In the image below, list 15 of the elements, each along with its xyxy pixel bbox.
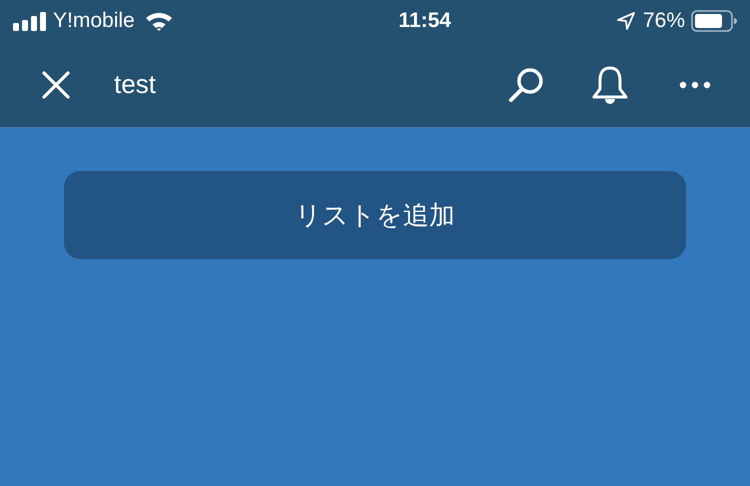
signal-icon [13,11,47,31]
battery-icon [691,10,737,32]
close-button[interactable] [40,68,72,100]
battery-percent: 76% [642,8,685,34]
search-icon [507,66,545,104]
notifications-button[interactable] [590,64,630,106]
status-time: 11:54 [398,8,452,34]
add-list-button[interactable]: リストを追加 [64,171,686,259]
wifi-icon [144,11,173,31]
board-title: test [114,68,157,101]
close-icon [42,70,70,98]
carrier-name: Y!mobile [53,8,135,34]
more-icon [679,80,711,88]
bell-icon [591,64,629,104]
location-arrow-icon [616,12,635,30]
